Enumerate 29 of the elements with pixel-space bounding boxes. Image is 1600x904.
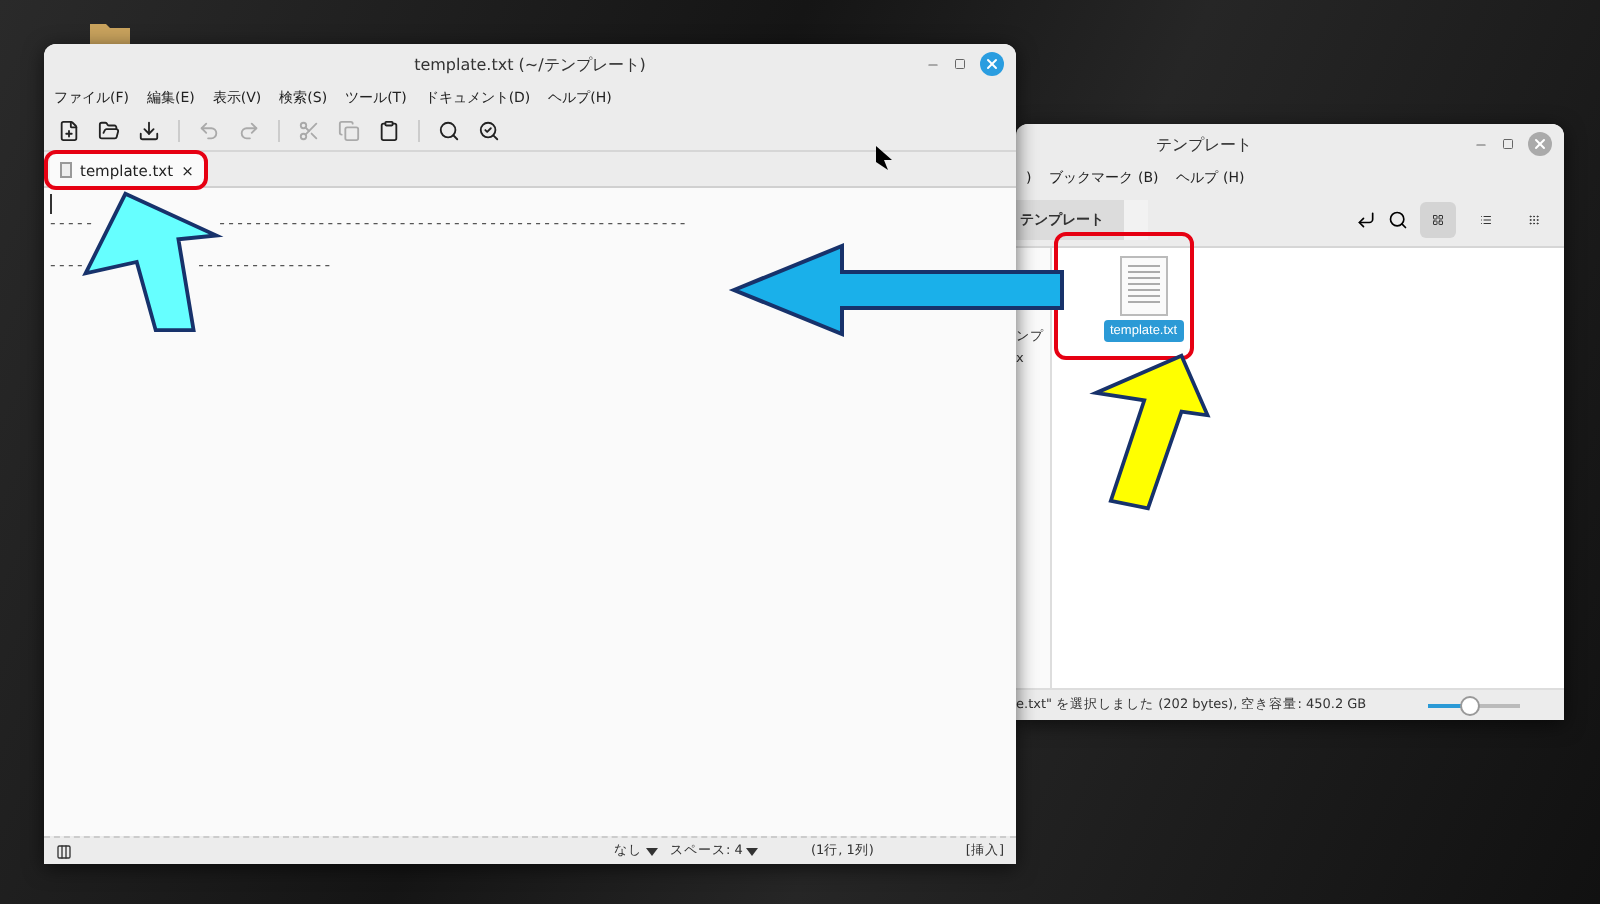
close-icon (984, 56, 1000, 72)
text-cursor (50, 194, 52, 214)
text-line: --------------- (196, 255, 332, 276)
paste-button[interactable] (378, 120, 400, 142)
file-icon (60, 162, 72, 178)
mouse-pointer-icon (876, 146, 892, 170)
search-icon[interactable] (1388, 209, 1408, 229)
text-line: ----- (48, 213, 94, 234)
grid-icon (1432, 209, 1444, 229)
grid-view-button[interactable] (1420, 201, 1456, 237)
new-button[interactable] (58, 120, 80, 142)
side-panel-icon[interactable] (56, 843, 72, 859)
window-title: template.txt (~/テンプレート) (414, 53, 646, 75)
maximize-icon[interactable] (1502, 138, 1514, 150)
slider-thumb[interactable] (1459, 695, 1480, 715)
text-line: ---------------------------------------------------- (217, 213, 687, 234)
save-button[interactable] (138, 120, 160, 142)
return-icon[interactable] (1356, 209, 1376, 229)
maximize-icon[interactable] (954, 58, 966, 70)
replace-button[interactable] (478, 120, 500, 142)
close-icon (1532, 136, 1548, 152)
close-button[interactable] (980, 52, 1004, 76)
search-button[interactable] (438, 120, 460, 142)
open-button[interactable] (98, 120, 120, 142)
text-line: ---- (48, 255, 85, 276)
path-next-button[interactable] (1124, 199, 1148, 239)
window-title: テンプレート (1156, 133, 1252, 155)
text-file-icon (1119, 256, 1168, 316)
text-area[interactable]: ----- ---------------------------------------------------- ---- --------------- (44, 188, 1016, 836)
